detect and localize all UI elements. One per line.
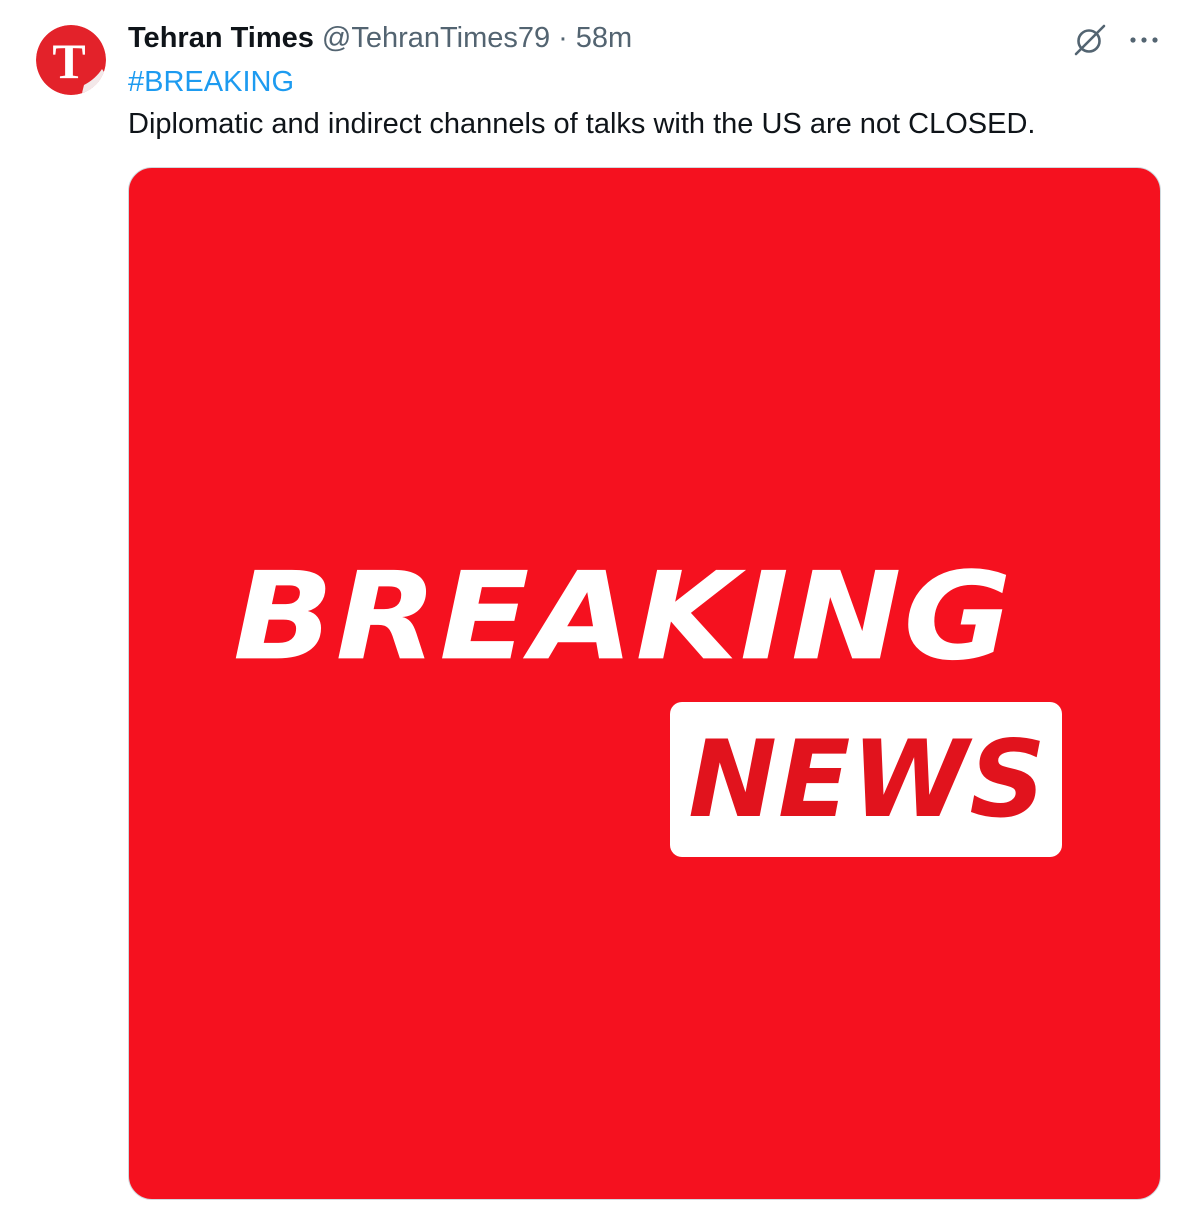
news-label-box: NEWS <box>670 702 1062 857</box>
breaking-headline: BREAKING <box>233 546 1014 688</box>
tweet-header: Tehran Times @TehranTimes79 · 58m <box>128 18 1162 58</box>
avatar[interactable]: T <box>36 25 106 95</box>
tweet-content: Tehran Times @TehranTimes79 · 58m #BREAK… <box>128 18 1162 144</box>
tweet-text: Diplomatic and indirect channels of talk… <box>128 108 1036 140</box>
tehran-times-logo: T <box>36 25 106 95</box>
more-options-icon[interactable] <box>1122 18 1166 62</box>
hashtag-link[interactable]: #BREAKING <box>128 62 294 102</box>
timestamp[interactable]: 58m <box>576 18 632 58</box>
separator-dot: · <box>558 22 568 54</box>
tweet[interactable]: T Tehran Times @TehranTimes79 · 58m #BRE… <box>0 0 1190 1228</box>
display-name[interactable]: Tehran Times <box>128 18 314 58</box>
tweet-media-image[interactable]: BREAKING NEWS <box>128 167 1161 1200</box>
user-handle[interactable]: @TehranTimes79 <box>322 18 550 58</box>
news-headline: NEWS <box>688 718 1047 841</box>
grok-icon[interactable] <box>1068 18 1112 62</box>
svg-text:T: T <box>52 33 85 89</box>
